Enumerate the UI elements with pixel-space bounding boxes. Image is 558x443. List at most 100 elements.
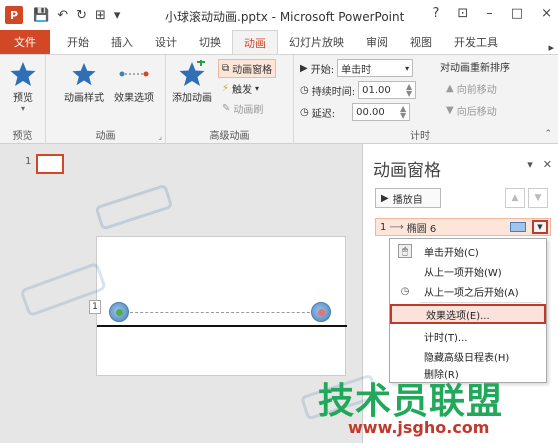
animation-pane-icon: ⧉ [222, 63, 230, 74]
menu-label: 单击开始(C) [424, 247, 479, 259]
add-animation-button[interactable]: 添加动画 [170, 59, 214, 104]
reorder-title: 对动画重新排序 [440, 59, 510, 74]
delay-row: ◷ 延迟: 00.00 ▲ ▼ [300, 103, 411, 121]
group-label-timing: 计时 [410, 131, 430, 142]
close-button[interactable]: × [541, 6, 552, 21]
animation-styles-button[interactable]: 动画样式 [62, 59, 106, 104]
start-row: ▶ 开始: 单击时 ▾ [300, 59, 414, 77]
customize-qat-icon[interactable]: ▾ [114, 8, 121, 23]
save-icon[interactable]: 💾 [33, 8, 49, 23]
item-dropdown-button[interactable]: ▼ [532, 220, 548, 234]
slide-thumbnail-pane: 1 [0, 144, 86, 443]
tab-insert[interactable]: 插入 [100, 30, 144, 54]
tab-animations[interactable]: 动画 [232, 30, 278, 54]
trigger-button[interactable]: ⚡ 触发 ▾ [222, 81, 259, 96]
animation-painter-label: 动画刷 [233, 105, 264, 116]
reorder-title-text: 对动画重新排序 [440, 63, 510, 74]
ribbon-tabs: 文件 开始 插入 设计 切换 动画 幻灯片放映 审阅 视图 开发工具 ▸ [0, 30, 558, 54]
animation-list-item[interactable]: 1 ⟶ 椭圆 6 ▼ [375, 218, 551, 236]
redo-icon[interactable]: ↻ [76, 8, 87, 23]
move-later-button[interactable]: ▼ 向后移动 [446, 103, 497, 118]
menu-item-effect-options[interactable]: 效果选项(E)... [390, 304, 546, 324]
ball-start-shape[interactable] [109, 302, 129, 322]
menu-item-after-previous[interactable]: ◷ 从上一项之后开始(A) [390, 281, 546, 301]
effect-options-button[interactable]: 效果选项 [112, 59, 156, 104]
slide-thumbnail[interactable] [36, 154, 64, 174]
animation-order-tag[interactable]: 1 [89, 300, 101, 314]
tab-view[interactable]: 视图 [399, 30, 443, 54]
group-animation: 动画样式 效果选项 动画 ⌟ [46, 55, 166, 145]
collapse-ribbon-icon[interactable]: ⌃ [544, 129, 552, 139]
delay-input[interactable]: 00.00 ▲ ▼ [352, 103, 411, 121]
pane-close-icon[interactable]: ✕ [543, 158, 552, 171]
arrow-down-icon: ▼ [446, 105, 454, 116]
pane-options-icon[interactable]: ▾ [527, 158, 533, 171]
tab-design[interactable]: 设计 [144, 30, 188, 54]
menu-item-timing[interactable]: 计时(T)... [390, 326, 546, 346]
delay-clock-icon: ◷ [300, 106, 309, 118]
tabs-scroll-icon[interactable]: ▸ [548, 41, 558, 54]
item-index: 1 [380, 221, 387, 233]
trigger-label: 触发 [232, 85, 253, 96]
move-later-label: 向后移动 [456, 107, 497, 118]
move-earlier-button[interactable]: ▲ 向前移动 [446, 81, 497, 96]
menu-label: 从上一项之后开始(A) [424, 287, 519, 299]
move-down-icon[interactable]: ▼ [528, 188, 548, 208]
duration-input[interactable]: 01.00 ▲ ▼ [358, 81, 417, 99]
ribbon-display-button[interactable]: ⊡ [457, 6, 468, 21]
star-icon [71, 59, 97, 89]
effect-options-label: 效果选项 [114, 93, 154, 104]
undo-icon[interactable]: ↶ [57, 8, 68, 23]
ground-line[interactable] [97, 325, 347, 327]
help-button[interactable]: ? [432, 6, 439, 21]
menu-item-with-previous[interactable]: 从上一项开始(W) [390, 261, 546, 281]
slideshow-icon[interactable]: ⊞ [95, 8, 106, 23]
item-label: 椭圆 6 [406, 223, 437, 235]
play-from-button[interactable]: ▶ 播放自 [375, 188, 441, 208]
brush-icon: ✎ [222, 103, 231, 114]
slide-canvas[interactable]: 1 [89, 236, 347, 376]
duration-value: 01.00 [362, 84, 391, 96]
star-preview-icon [9, 59, 37, 89]
path-end-marker [318, 309, 325, 316]
minimize-button[interactable]: – [486, 6, 493, 21]
chevron-down-icon: ▾ [20, 104, 25, 113]
window-title: 小球滚动动画.pptx - Microsoft PowerPoint [165, 10, 405, 24]
preview-button[interactable]: 预览 ▾ [1, 59, 45, 113]
group-label-advanced: 高级动画 [209, 131, 250, 142]
menu-separator [420, 302, 542, 303]
duration-row: ◷ 持续时间: 01.00 ▲ ▼ [300, 81, 417, 99]
motion-path[interactable] [125, 312, 325, 313]
start-value: 单击时 [341, 64, 372, 76]
menu-item-hide-timeline[interactable]: 隐藏高级日程表(H) [390, 346, 546, 366]
ribbon: 预览 ▾ 预览 动画样式 效果选项 动画 ⌟ 添加动画 ⧉ 动画窗格 ⚡ 触发 … [0, 54, 558, 145]
tab-slideshow[interactable]: 幻灯片放映 [278, 30, 355, 54]
tab-developer[interactable]: 开发工具 [443, 30, 509, 54]
menu-label: 计时(T)... [424, 332, 468, 344]
tab-file[interactable]: 文件 [0, 30, 50, 54]
tab-home[interactable]: 开始 [56, 30, 100, 54]
title-bar: P 💾 ↶ ↻ ⊞ ▾ 小球滚动动画.pptx - Microsoft Powe… [0, 0, 558, 30]
tab-review[interactable]: 审阅 [355, 30, 399, 54]
spinner-icon[interactable]: ▲ ▼ [406, 83, 412, 98]
animation-pane-button[interactable]: ⧉ 动画窗格 [218, 59, 277, 78]
delay-value: 00.00 [356, 106, 385, 118]
menu-item-start-on-click[interactable]: 🖱 单击开始(C) [390, 241, 546, 261]
chevron-down-icon: ▾ [405, 63, 410, 73]
start-select[interactable]: 单击时 ▾ [337, 59, 414, 77]
tab-transitions[interactable]: 切换 [188, 30, 232, 54]
move-up-icon[interactable]: ▲ [505, 188, 525, 208]
animation-context-menu: 🖱 单击开始(C) 从上一项开始(W) ◷ 从上一项之后开始(A) 效果选项(E… [389, 238, 547, 383]
dialog-launcher-icon[interactable]: ⌟ [158, 132, 162, 141]
spinner-icon[interactable]: ▲ ▼ [400, 105, 406, 120]
clock-icon: ◷ [300, 84, 309, 96]
timeline-bar[interactable] [510, 222, 526, 232]
thumbnail-number: 1 [25, 156, 32, 167]
ball-end-ghost[interactable] [311, 302, 331, 322]
maximize-button[interactable]: □ [511, 6, 523, 21]
menu-label: 隐藏高级日程表(H) [424, 352, 510, 364]
animation-painter-button[interactable]: ✎ 动画刷 [222, 101, 263, 116]
chevron-down-icon: ▾ [255, 84, 260, 93]
move-earlier-label: 向前移动 [456, 85, 497, 96]
watermark-brand: 技术员联盟 [318, 381, 504, 422]
